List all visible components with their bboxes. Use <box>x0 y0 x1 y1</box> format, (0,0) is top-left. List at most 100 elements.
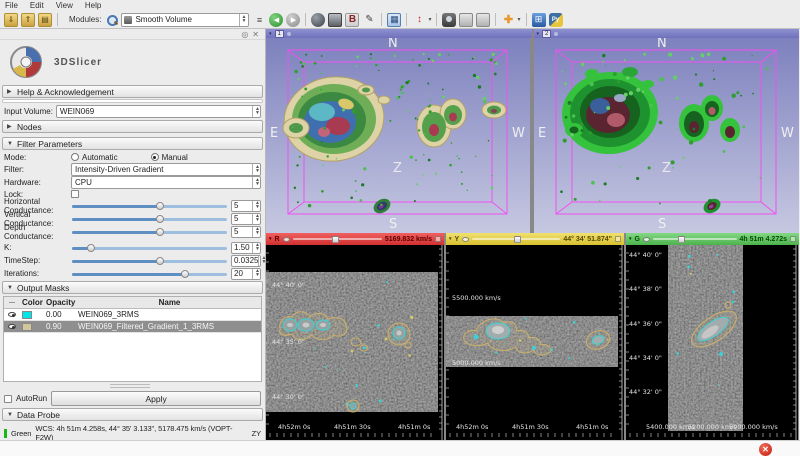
slice-visibility-icon[interactable] <box>283 237 290 242</box>
hardware-selector[interactable]: CPU ▲▼ <box>71 176 261 189</box>
splitter-handle[interactable] <box>110 384 150 388</box>
filter-params-header[interactable]: ▼ Filter Parameters <box>2 137 263 150</box>
panel-pin-icon[interactable]: ◎ <box>241 30 248 39</box>
autorun-label[interactable]: AutoRun <box>16 394 47 403</box>
slice-color-chip[interactable] <box>790 236 796 242</box>
mask-row-selected[interactable]: 0.90 WEIN069_Filtered_Gradient_1_3RMS <box>4 321 261 333</box>
view-dot-icon[interactable] <box>554 32 558 36</box>
add-icon[interactable]: ✚ <box>501 13 515 27</box>
menu-help[interactable]: Help <box>85 1 101 10</box>
apply-button[interactable]: Apply <box>51 391 261 406</box>
module-selector[interactable]: Smooth Volume ▲▼ <box>121 13 249 27</box>
dropdown-arrow-icon[interactable]: ▾ <box>517 16 520 23</box>
error-log-button[interactable]: ✕ <box>759 443 772 456</box>
view-dot-icon[interactable] <box>287 32 291 36</box>
menu-view[interactable]: View <box>56 1 73 10</box>
modules-history-icon[interactable]: ≡ <box>252 13 266 27</box>
iterations-slider[interactable] <box>72 269 227 278</box>
threed-view-1-bar[interactable]: ▾ 1 <box>266 29 532 38</box>
panel-close-icon[interactable]: ✕ <box>252 30 259 39</box>
forward-icon[interactable]: ▶ <box>286 13 300 27</box>
mode-manual-label[interactable]: Manual <box>162 153 188 162</box>
red-slice-slider[interactable] <box>293 236 382 243</box>
output-masks-header[interactable]: ▼ Output Masks <box>2 281 263 294</box>
timestep-spinbox[interactable]: 0.0325▲▼ <box>231 255 261 267</box>
slice-visibility-icon[interactable] <box>462 237 469 242</box>
modules-search-icon[interactable] <box>106 14 118 26</box>
yellow-slice-canvas[interactable]: 5500.000 km/s 5000.000 km/s 4h52m 0s 4h5… <box>446 245 624 441</box>
screenshot-icon[interactable] <box>442 13 456 27</box>
mask-name[interactable]: WEIN069_3RMS <box>78 310 261 319</box>
threed-view-1[interactable]: ▾ 1 Z <box>266 29 532 233</box>
color-swatch[interactable] <box>22 311 32 319</box>
data-probe-header[interactable]: ▼ Data Probe <box>2 408 263 421</box>
mode-manual-radio[interactable] <box>151 153 159 161</box>
slice-color-chip[interactable] <box>615 236 621 242</box>
combo-arrows-icon[interactable]: ▲▼ <box>252 164 260 175</box>
threed-canvas-1[interactable]: Z <box>266 38 530 233</box>
mouse-mode-icon[interactable]: ↕ <box>412 13 426 27</box>
input-volume-selector[interactable]: WEIN069 ▲▼ <box>56 105 261 118</box>
opacity-value[interactable]: 0.90 <box>46 322 78 331</box>
annotate-icon[interactable]: ✎ <box>362 13 376 27</box>
green-slice-slider[interactable] <box>653 236 737 243</box>
load-dicom-icon[interactable]: ⇓ <box>4 13 18 27</box>
lock-checkbox[interactable] <box>71 190 79 198</box>
combo-arrows-icon[interactable]: ▲▼ <box>252 106 260 117</box>
depth-conductance-slider[interactable] <box>72 227 227 236</box>
threed-canvas-2[interactable]: Z <box>534 38 799 233</box>
slice-menu-icon[interactable]: ▾ <box>629 236 632 242</box>
slice-menu-icon[interactable]: ▾ <box>449 236 452 242</box>
mode-automatic-radio[interactable] <box>71 153 79 161</box>
yellow-slice-view[interactable]: ▾ Y 44° 34' 51.874" <box>446 233 624 441</box>
beams-icon[interactable]: B <box>345 13 359 27</box>
green-slice-view[interactable]: ▾ G 4h 51m 4.272s <box>626 233 799 441</box>
slice-visibility-icon[interactable] <box>643 237 650 242</box>
dropdown-arrow-icon[interactable]: ▾ <box>428 16 431 23</box>
mode-automatic-label[interactable]: Automatic <box>82 153 118 162</box>
load-data-icon[interactable]: ⇑ <box>21 13 35 27</box>
layout-icon[interactable]: ▦ <box>387 13 401 27</box>
horizontal-conductance-slider[interactable] <box>72 201 227 210</box>
vertical-conductance-spinbox[interactable]: 5▲▼ <box>231 213 261 225</box>
red-slice-view[interactable]: ▾ R 5169.832 km/s <box>266 233 444 441</box>
threed-view-2[interactable]: ▾ 2 Z <box>534 29 800 233</box>
nodes-section-header[interactable]: ▶ Nodes <box>2 120 263 133</box>
sphere-icon[interactable] <box>311 13 325 27</box>
cube-icon[interactable] <box>328 13 342 27</box>
combo-arrows-icon[interactable]: ▲▼ <box>239 14 247 26</box>
green-slice-canvas[interactable]: 44° 40' 0" 44° 38' 0" 44° 36' 0" 44° 34'… <box>626 245 798 441</box>
vertical-conductance-slider[interactable] <box>72 214 227 223</box>
python-icon[interactable]: Py <box>549 13 563 27</box>
view-menu-icon[interactable]: ▾ <box>269 31 272 37</box>
scene-view-icon[interactable] <box>459 13 473 27</box>
menu-edit[interactable]: Edit <box>30 1 44 10</box>
green-slice-bar[interactable]: ▾ G 4h 51m 4.272s <box>626 233 799 245</box>
view-menu-icon[interactable]: ▾ <box>537 31 540 37</box>
back-icon[interactable]: ◀ <box>269 13 283 27</box>
k-slider[interactable] <box>72 243 227 252</box>
visibility-eye-icon[interactable] <box>8 324 16 329</box>
threed-view-2-bar[interactable]: ▾ 2 <box>534 29 800 38</box>
slice-color-chip[interactable] <box>435 236 441 242</box>
timestep-slider[interactable] <box>72 256 227 265</box>
mask-row[interactable]: 0.00 WEIN069_3RMS <box>4 309 261 321</box>
mask-name[interactable]: WEIN069_Filtered_Gradient_1_3RMS <box>78 322 261 331</box>
depth-conductance-spinbox[interactable]: 5▲▼ <box>231 226 261 238</box>
help-section-header[interactable]: ▶ Help & Acknowledgement <box>2 85 263 98</box>
red-slice-bar[interactable]: ▾ R 5169.832 km/s <box>266 233 444 245</box>
extensions-icon[interactable]: ⊞ <box>532 13 546 27</box>
visibility-eye-icon[interactable] <box>8 312 16 317</box>
scene-restore-icon[interactable] <box>476 13 490 27</box>
save-data-icon[interactable]: ▤ <box>38 13 52 27</box>
yellow-slice-slider[interactable] <box>472 236 560 243</box>
opacity-value[interactable]: 0.00 <box>46 310 78 319</box>
filter-selector[interactable]: Intensity-Driven Gradient ▲▼ <box>71 163 261 176</box>
autorun-checkbox[interactable] <box>4 395 12 403</box>
red-slice-canvas[interactable]: 44° 40' 0" 44° 35' 0" 44° 30' 0" 4h52m 0… <box>266 245 444 441</box>
horizontal-conductance-spinbox[interactable]: 5▲▼ <box>231 200 261 212</box>
menu-file[interactable]: File <box>5 1 18 10</box>
iterations-spinbox[interactable]: 20▲▼ <box>231 268 261 280</box>
color-swatch[interactable] <box>22 323 32 331</box>
combo-arrows-icon[interactable]: ▲▼ <box>252 177 260 188</box>
